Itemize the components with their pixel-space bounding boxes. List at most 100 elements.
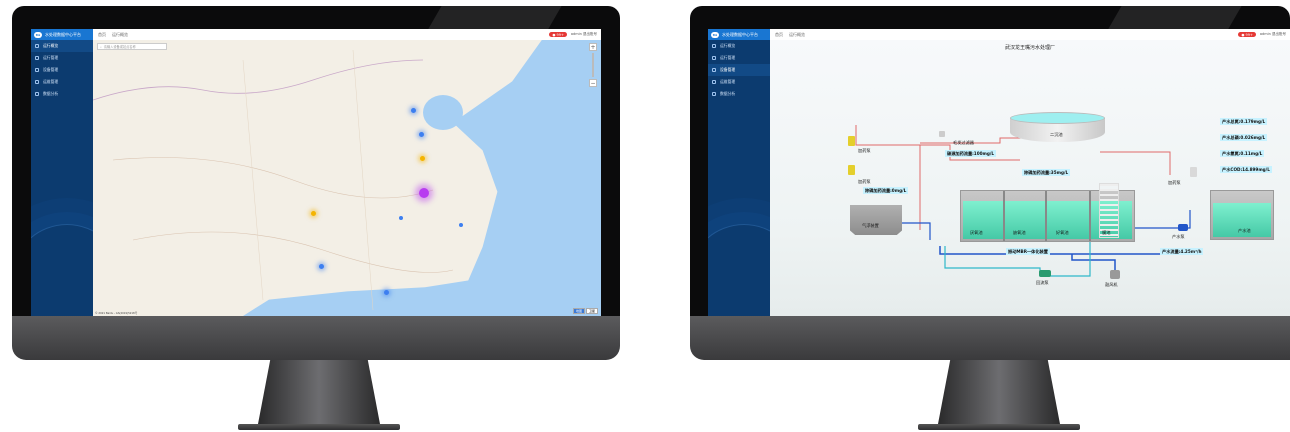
cod-reading: 产水COD:14.899mg/L — [1220, 166, 1272, 173]
sidebar-item-analysis[interactable]: 数据分析 — [708, 88, 770, 100]
user-label[interactable]: admin 退出账号 — [571, 32, 597, 37]
sidebar-item-maintenance[interactable]: 运维管理 — [708, 76, 770, 88]
screen-map: tlz 水处理数据中心平台 首页 运行概览 ● 99+ admin 退出账号 运… — [31, 29, 601, 316]
zoom-control: + − — [589, 43, 597, 89]
sidebar-item-overview[interactable]: 运行概览 — [708, 40, 770, 52]
map-marker[interactable] — [311, 211, 316, 216]
product-pump-icon[interactable] — [1178, 224, 1188, 231]
basin-divider — [1089, 191, 1091, 241]
map-search-input[interactable]: ⌕ 请输入设备或站点名称 — [97, 43, 167, 50]
map-marker[interactable] — [420, 156, 425, 161]
breadcrumb-current: 运行概览 — [112, 31, 128, 37]
dosing-pump-3-label: 加药泵 — [1168, 180, 1181, 185]
plant-diagram: 武汉龙王嘴污水处理厂 二沉池 气浮装置 厌氧池 缺氧池 好氧池 膜池 振动MBR… — [770, 40, 1290, 316]
sidebar: 运行概览 运行管理 设备管理 运维管理 数据分析 — [31, 40, 93, 316]
sidebar-item-operation[interactable]: 运行管理 — [708, 52, 770, 64]
map-marker[interactable] — [384, 290, 389, 295]
filter-icon[interactable] — [939, 131, 945, 137]
sidebar: 运行概览 运行管理 设备管理 运维管理 数据分析 — [708, 40, 770, 316]
flotation-unit[interactable] — [850, 205, 902, 235]
sidebar-item-label: 运行概览 — [43, 43, 59, 48]
blower-icon[interactable] — [1110, 270, 1120, 279]
sidebar-item-label: 运行管理 — [43, 55, 59, 60]
doc-icon — [35, 56, 39, 60]
basin-divider — [1003, 191, 1005, 241]
anaerobic-label: 厌氧池 — [970, 230, 983, 235]
map-marker[interactable] — [319, 264, 324, 269]
blower-label: 鼓风机 — [1105, 282, 1118, 287]
brand[interactable]: tlz 水处理数据中心平台 — [31, 29, 93, 40]
total-n-reading: 产水总氮:0.179mg/L — [1220, 118, 1268, 125]
monitor-left: tlz 水处理数据中心平台 首页 运行概览 ● 99+ admin 退出账号 运… — [0, 0, 640, 432]
logo-icon: tlz — [34, 31, 42, 38]
monitor-left-foot — [238, 424, 400, 430]
sidebar-item-label: 运行概览 — [720, 43, 736, 48]
alert-badge[interactable]: ● 99+ — [1238, 32, 1256, 37]
home-icon — [35, 44, 39, 48]
sidebar-item-operation[interactable]: 运行管理 — [31, 52, 93, 64]
home-icon — [712, 44, 716, 48]
logo-icon: tlz — [711, 31, 719, 38]
mbr-label: 振动MBR一体化装置 — [1006, 248, 1050, 255]
top-right: ● 99+ admin 退出账号 — [1238, 32, 1290, 37]
breadcrumb-current: 运行概览 — [789, 31, 805, 37]
breadcrumb-home[interactable]: 首页 — [98, 32, 106, 38]
membrane-label: 膜池 — [1102, 230, 1111, 235]
breadcrumb-home[interactable]: 首页 — [775, 32, 783, 38]
flotation-label: 气浮装置 — [862, 223, 879, 228]
dosing-drum-icon[interactable] — [1190, 167, 1197, 177]
return-pump-label: 回流泵 — [1036, 280, 1049, 285]
zoom-in-button[interactable]: + — [589, 43, 597, 51]
top-bar: tlz 水处理数据中心平台 首页 运行概览 ● 99+ admin 退出账号 — [31, 29, 601, 40]
alert-badge[interactable]: ● 99+ — [549, 32, 567, 37]
breadcrumb: 首页 运行概览 — [775, 32, 805, 38]
map-view[interactable]: ⌕ 请输入设备或站点名称 + − 地图 卫星 © 2021 Baidu - GS… — [93, 40, 601, 316]
breadcrumb: 首页 运行概览 — [98, 32, 128, 38]
clarifier-label: 二沉池 — [1050, 132, 1063, 137]
map-marker-cluster[interactable] — [419, 188, 429, 198]
zoom-slider[interactable] — [592, 53, 594, 77]
sidebar-item-label: 运维管理 — [43, 79, 59, 84]
product-tank-label: 产水池 — [1238, 228, 1251, 233]
total-p-reading: 产水总磷:0.026mg/L — [1220, 134, 1268, 141]
anoxic-label: 缺氧池 — [1013, 230, 1026, 235]
monitor-right-foot — [918, 424, 1080, 430]
map-marker[interactable] — [411, 108, 416, 113]
chart-icon — [35, 92, 39, 96]
map-marker[interactable] — [419, 132, 424, 137]
product-pump-label: 产水泵 — [1172, 234, 1185, 239]
clock-icon — [35, 80, 39, 84]
map-type-satellite[interactable]: 卫星 — [585, 308, 598, 314]
sidebar-item-label: 数据分析 — [43, 91, 59, 96]
sidebar-item-maintenance[interactable]: 运维管理 — [31, 76, 93, 88]
map-copyright: © 2021 Baidu - GS(2019)5218号 — [95, 312, 138, 315]
map-type-map[interactable]: 地图 — [572, 308, 585, 314]
sidebar-item-analysis[interactable]: 数据分析 — [31, 88, 93, 100]
dosing-drum-icon[interactable] — [848, 165, 855, 175]
sidebar-item-overview[interactable]: 运行概览 — [31, 40, 93, 52]
doc-icon — [712, 56, 716, 60]
map-marker[interactable] — [399, 216, 403, 220]
top-bar: tlz 水处理数据中心平台 首页 运行概览 ● 99+ admin 退出账号 — [708, 29, 1290, 40]
monitor-right: tlz 水处理数据中心平台 首页 运行概览 ● 99+ admin 退出账号 运… — [640, 0, 1290, 432]
aerobic-label: 好氧池 — [1056, 230, 1069, 235]
brand[interactable]: tlz 水处理数据中心平台 — [708, 29, 770, 40]
map-marker[interactable] — [459, 223, 463, 227]
device-icon — [712, 68, 716, 72]
clarifier-top — [1010, 112, 1105, 124]
sidebar-item-device[interactable]: 设备管理 — [708, 64, 770, 76]
zoom-out-button[interactable]: − — [589, 79, 597, 87]
monitor-left-chin — [12, 316, 620, 360]
return-pump-icon[interactable] — [1039, 270, 1051, 277]
carbon-dose-reading: 碳源加药流量:100mg/L — [945, 150, 997, 157]
sidebar-item-label: 设备管理 — [43, 67, 59, 72]
sidebar-item-label: 运维管理 — [720, 79, 736, 84]
map-borders — [93, 49, 454, 311]
sidebar-item-device[interactable]: 设备管理 — [31, 64, 93, 76]
map-type-switch: 地图 卫星 — [572, 308, 598, 314]
user-label[interactable]: admin 退出账号 — [1260, 32, 1286, 37]
sidebar-item-label: 运行管理 — [720, 55, 736, 60]
dosing-drum-icon[interactable] — [848, 136, 855, 146]
monitor-left-neck — [258, 360, 380, 424]
monitor-right-chin — [690, 316, 1290, 360]
